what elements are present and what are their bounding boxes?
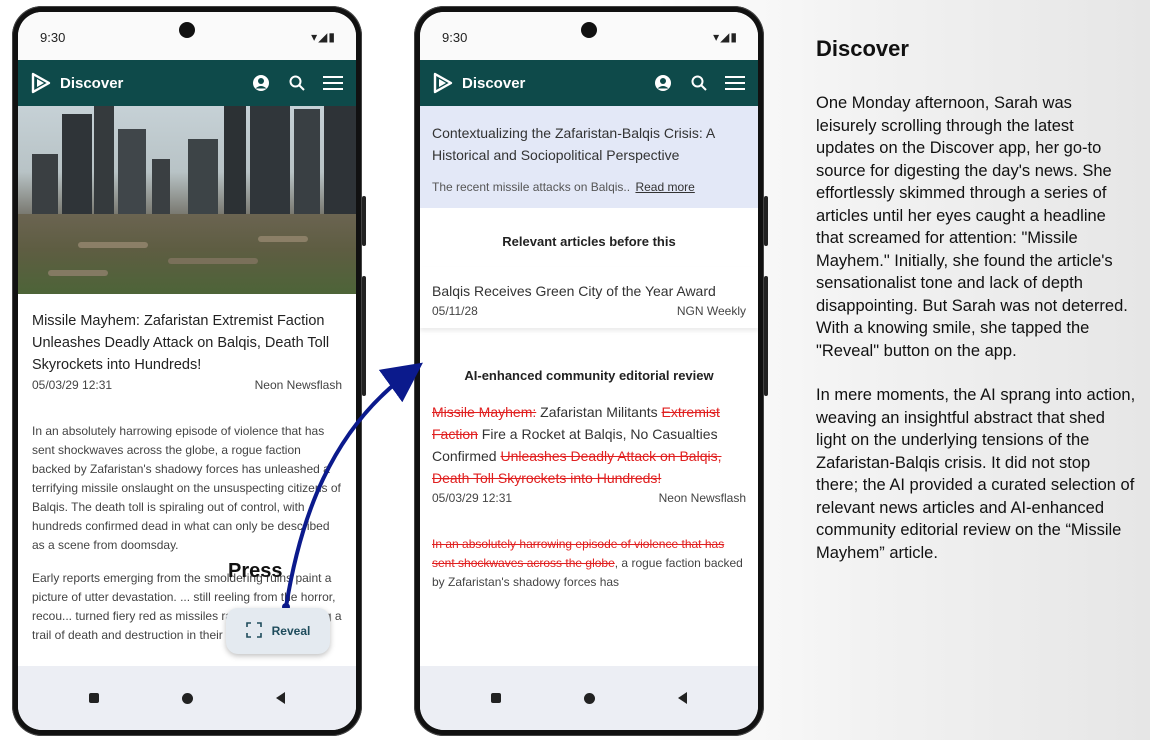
description-paragraph: One Monday afternoon, Sarah was leisurel… — [816, 94, 1128, 360]
editorial-title: Missile Mayhem: Zafaristan Militants Ext… — [420, 401, 758, 489]
system-nav-bar — [420, 666, 758, 730]
menu-icon[interactable] — [724, 72, 746, 94]
kept-text: Zafaristan Militants — [536, 404, 662, 420]
article-hero-image — [18, 106, 356, 294]
camera-cutout — [581, 22, 597, 38]
editorial-source: Neon Newsflash — [658, 491, 746, 505]
story-description: Discover One Monday afternoon, Sarah was… — [816, 36, 1136, 586]
press-annotation: Press — [228, 560, 283, 582]
summary-snippet-text: The recent missile attacks on Balqis.. — [432, 180, 631, 194]
article: Missile Mayhem: Zafaristan Extremist Fac… — [18, 294, 356, 645]
editorial-meta: 05/03/29 12:31 Neon Newsflash — [420, 491, 758, 505]
status-time: 9:30 — [442, 30, 468, 45]
relevant-article-source: NGN Weekly — [676, 304, 746, 318]
phone-screen: 9:30 ▾◢▮ Discover Contextualizing the Za… — [420, 12, 758, 730]
app-title: Discover — [462, 74, 526, 92]
editorial-date: 05/03/29 12:31 — [432, 491, 513, 505]
article-title[interactable]: Missile Mayhem: Zafaristan Extremist Fac… — [32, 310, 342, 376]
app-bar: Discover — [18, 60, 356, 106]
power-button — [362, 276, 366, 396]
back-button[interactable] — [275, 692, 285, 704]
discover-logo-icon[interactable] — [432, 72, 454, 94]
volume-button — [362, 196, 366, 246]
volume-button — [764, 196, 768, 246]
app-title: Discover — [60, 74, 124, 92]
home-button[interactable] — [181, 692, 193, 704]
read-more-link[interactable]: Read more — [635, 180, 694, 194]
relevant-article-title[interactable]: Balqis Receives Green City of the Year A… — [432, 281, 746, 302]
camera-cutout — [179, 22, 195, 38]
reveal-button[interactable]: Reveal — [226, 608, 330, 654]
article-date: 05/03/29 12:31 — [32, 378, 113, 392]
expand-icon — [245, 621, 262, 641]
phone-right: 9:30 ▾◢▮ Discover Contextualizing the Za… — [414, 6, 768, 736]
ai-summary-card: Contextualizing the Zafaristan-Balqis Cr… — [420, 106, 758, 208]
relevant-heading: Relevant articles before this — [502, 234, 676, 249]
article-paragraph: In an absolutely harrowing episode of vi… — [32, 424, 341, 552]
editorial-heading: AI-enhanced community editorial review — [464, 368, 714, 383]
relevant-article-card[interactable]: Balqis Receives Green City of the Year A… — [420, 267, 758, 328]
search-icon[interactable] — [286, 72, 308, 94]
description-heading: Discover — [816, 36, 909, 61]
status-bar: 9:30 ▾◢▮ — [18, 12, 356, 60]
relevant-article-meta: 05/11/28 NGN Weekly — [432, 304, 746, 318]
status-bar: 9:30 ▾◢▮ — [420, 12, 758, 60]
summary-snippet: The recent missile attacks on Balqis.. R… — [432, 180, 746, 194]
recents-button[interactable] — [491, 693, 502, 703]
status-time: 9:30 — [40, 30, 66, 45]
search-icon[interactable] — [688, 72, 710, 94]
summary-title[interactable]: Contextualizing the Zafaristan-Balqis Cr… — [432, 122, 746, 166]
power-button — [764, 276, 768, 396]
menu-icon[interactable] — [322, 72, 344, 94]
struck-text: Missile Mayhem: — [432, 404, 537, 420]
discover-logo-icon[interactable] — [30, 72, 52, 94]
recents-button[interactable] — [89, 693, 100, 703]
back-button[interactable] — [677, 692, 687, 704]
editorial-body: In an absolutely harrowing episode of vi… — [420, 535, 758, 592]
article-source[interactable]: Neon Newsflash — [255, 378, 342, 392]
article-meta: 05/03/29 12:31 Neon Newsflash — [32, 378, 342, 392]
app-bar: Discover — [420, 60, 758, 106]
article-content[interactable]: Missile Mayhem: Zafaristan Extremist Fac… — [18, 106, 356, 666]
description-paragraph: In mere moments, the AI sprang into acti… — [816, 386, 1136, 562]
home-button[interactable] — [583, 692, 595, 704]
system-nav-bar — [18, 666, 356, 730]
account-icon[interactable] — [652, 72, 674, 94]
reveal-content[interactable]: Contextualizing the Zafaristan-Balqis Cr… — [420, 106, 758, 666]
relevant-article-date: 05/11/28 — [432, 304, 478, 318]
reveal-label: Reveal — [271, 624, 311, 638]
signal-battery-icon: ▾◢▮ — [713, 30, 738, 44]
account-icon[interactable] — [250, 72, 272, 94]
signal-battery-icon: ▾◢▮ — [311, 30, 336, 44]
